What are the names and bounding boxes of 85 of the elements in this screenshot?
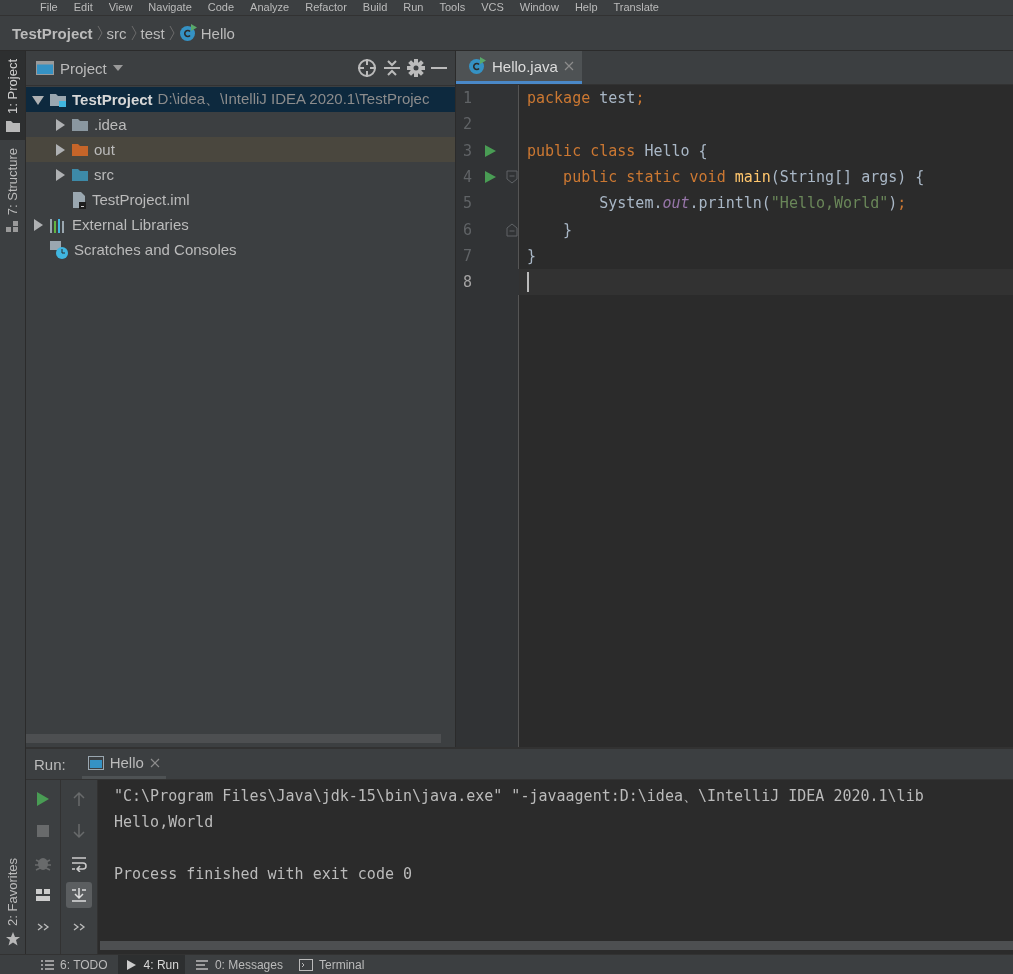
caret-icon[interactable] <box>112 65 123 71</box>
code-line: package test; <box>527 89 645 108</box>
breadcrumb-item[interactable]: TestProject <box>12 24 93 42</box>
menu-item[interactable]: Tools <box>439 0 466 15</box>
tool-window-button[interactable]: 4: Run <box>117 955 185 974</box>
file-icon <box>71 190 87 209</box>
editor-tab[interactable]: Hello.java <box>456 51 582 84</box>
collapse-arrow-icon[interactable] <box>54 118 66 131</box>
terminal-icon <box>299 957 313 972</box>
view-dropdown[interactable]: Project <box>60 59 107 77</box>
tool-window-button[interactable]: 7: Structure <box>0 139 25 242</box>
folder-icon <box>71 117 89 132</box>
close-icon[interactable] <box>149 757 160 768</box>
folder-icon <box>71 167 89 182</box>
scrollbar[interactable] <box>26 734 441 743</box>
library-icon <box>49 216 67 233</box>
collapse-arrow-icon[interactable] <box>54 168 66 181</box>
menu-item[interactable]: View <box>108 0 133 15</box>
collapse-arrow-icon[interactable] <box>32 218 44 231</box>
tree-item[interactable]: TestProject D:\idea、\IntelliJ IDEA 2020.1\TestProjec <box>26 87 455 112</box>
panel-label: Run: <box>34 755 66 773</box>
menu-item[interactable]: Window <box>519 0 559 15</box>
expand-arrow-icon[interactable] <box>32 93 44 106</box>
menu-item[interactable]: Help <box>574 0 598 15</box>
chevron-separator-icon <box>168 25 175 41</box>
code-line: } <box>562 220 573 239</box>
module-folder-icon <box>49 92 67 107</box>
class-icon <box>178 24 197 42</box>
menu-item[interactable]: Analyze <box>250 0 290 15</box>
star-icon <box>5 932 20 946</box>
menu-item[interactable]: File <box>40 0 58 15</box>
tool-window-button[interactable]: 6: TODO <box>34 955 114 974</box>
menu-item[interactable]: Run <box>403 0 424 15</box>
layout-icon[interactable] <box>34 886 52 904</box>
menu-item[interactable]: Build <box>362 0 388 15</box>
messages-icon <box>194 957 209 972</box>
folder-icon <box>5 119 20 132</box>
path-text: D:\idea、\IntelliJ IDEA 2020.1\TestProjec <box>157 90 430 109</box>
minimize-icon[interactable] <box>431 66 447 70</box>
chevron-separator-icon <box>130 25 137 41</box>
tool-window-button[interactable]: Terminal <box>293 955 371 974</box>
console-line: "C:\Program Files\Java\jdk-15\bin\java.exe" "-javaagent:D:\idea、\IntelliJ IDEA 2020.1\lib <box>114 786 925 807</box>
list-icon <box>40 957 54 972</box>
class-icon <box>468 57 486 75</box>
line-number: 8 <box>462 273 474 292</box>
menu-item[interactable]: Edit <box>73 0 93 15</box>
tree-item[interactable]: out <box>26 137 455 162</box>
panel-icon <box>36 60 54 76</box>
code-line: public static void main(String[] args) { <box>562 168 925 187</box>
menu-item[interactable]: Navigate <box>148 0 192 15</box>
chevron-separator-icon <box>96 25 103 41</box>
code-line: System.out.println("Hello,World"); <box>598 194 907 213</box>
tree-item[interactable]: External Libraries <box>26 212 455 237</box>
close-icon[interactable] <box>563 61 574 71</box>
soft-wrap-icon[interactable] <box>70 854 88 872</box>
menu-item[interactable]: VCS <box>481 0 504 15</box>
run-icon[interactable] <box>485 144 497 157</box>
menu-item[interactable]: Translate <box>613 0 659 15</box>
scrollbar[interactable] <box>100 941 1013 950</box>
tool-window-button[interactable]: 1: Project <box>0 51 25 140</box>
breadcrumb-item[interactable]: Hello <box>178 24 235 42</box>
breadcrumb-item[interactable]: src <box>106 24 127 42</box>
crosshair-icon[interactable] <box>357 58 377 78</box>
menu-item[interactable]: Refactor <box>305 0 347 15</box>
tree-item[interactable]: .idea <box>26 112 455 137</box>
settings-icon[interactable] <box>407 59 425 77</box>
console-line: Process finished with exit code 0 <box>114 864 413 885</box>
menu-item[interactable]: Code <box>207 0 235 15</box>
tree-item[interactable]: src <box>26 162 455 187</box>
scratch-clock-icon <box>49 239 69 260</box>
collapse-arrow-icon[interactable] <box>54 143 66 156</box>
tree-item[interactable]: Scratches and Consoles <box>26 237 455 262</box>
tool-window-button[interactable]: 0: Messages <box>188 955 289 974</box>
folder-icon <box>71 142 89 157</box>
scroll-to-end-icon[interactable] <box>70 886 88 904</box>
collapse-icon[interactable] <box>383 58 401 78</box>
console-icon <box>87 755 104 770</box>
code-line: } <box>527 246 537 265</box>
code-line: public class Hello { <box>527 141 708 160</box>
breadcrumb-item[interactable]: test <box>140 24 165 42</box>
console-line: Hello,World <box>114 812 215 833</box>
tool-window-button[interactable]: 2: Favorites <box>0 850 25 954</box>
structure-icon <box>5 221 20 234</box>
tree-item[interactable]: TestProject.iml <box>26 187 455 212</box>
run-icon[interactable] <box>485 171 497 184</box>
